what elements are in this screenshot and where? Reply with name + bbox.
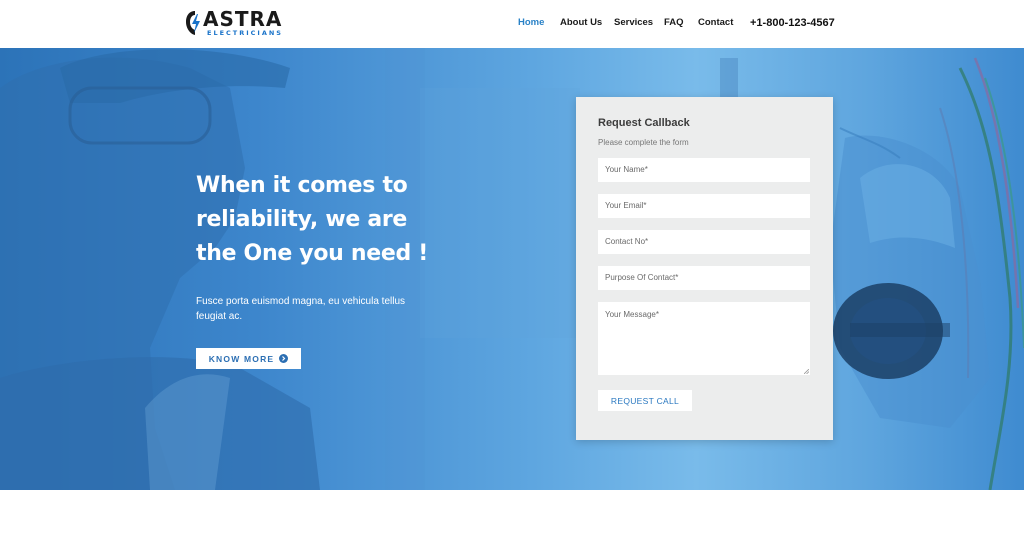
logo-wordmark: ASTRA — [203, 7, 283, 31]
headline-line-3: the One you need ! — [196, 241, 429, 266]
email-field[interactable] — [598, 194, 810, 218]
nav-home[interactable]: Home — [518, 17, 544, 29]
nav-faq[interactable]: FAQ — [664, 17, 684, 29]
hero-section: When it comes to reliability, we are the… — [0, 48, 1024, 490]
know-more-button[interactable]: KNOW MORE — [196, 348, 301, 369]
name-field[interactable] — [598, 158, 810, 182]
hero-headline: When it comes to reliability, we are the… — [196, 169, 496, 271]
nav-about-us[interactable]: About Us — [560, 17, 602, 29]
hero-subtext: Fusce porta euismod magna, eu vehicula t… — [196, 296, 406, 322]
headline-line-1: When it comes to — [196, 173, 408, 198]
logo-tagline: ELECTRICIANS — [207, 29, 283, 37]
form-subtitle: Please complete the form — [598, 138, 689, 147]
phone-number[interactable]: +1-800-123-4567 — [750, 16, 835, 30]
resize-handle-icon[interactable] — [804, 369, 809, 374]
contact-number-field[interactable] — [598, 230, 810, 254]
request-call-button[interactable]: REQUEST CALL — [598, 390, 692, 411]
nav-services[interactable]: Services — [614, 17, 653, 29]
arrow-circle-right-icon — [279, 354, 289, 363]
request-callback-form: Request Callback Please complete the for… — [576, 97, 833, 440]
know-more-label: KNOW MORE — [208, 353, 275, 364]
nav-contact[interactable]: Contact — [698, 17, 733, 29]
form-title: Request Callback — [598, 117, 690, 129]
message-field[interactable] — [598, 302, 810, 375]
lightning-logo-icon — [186, 11, 200, 35]
site-header: ASTRA ELECTRICIANS Home About Us Service… — [0, 0, 1024, 48]
logo[interactable]: ASTRA ELECTRICIANS — [185, 7, 285, 37]
hero-background-photo — [0, 48, 1024, 490]
purpose-field[interactable] — [598, 266, 810, 290]
headline-line-2: reliability, we are — [196, 207, 408, 232]
